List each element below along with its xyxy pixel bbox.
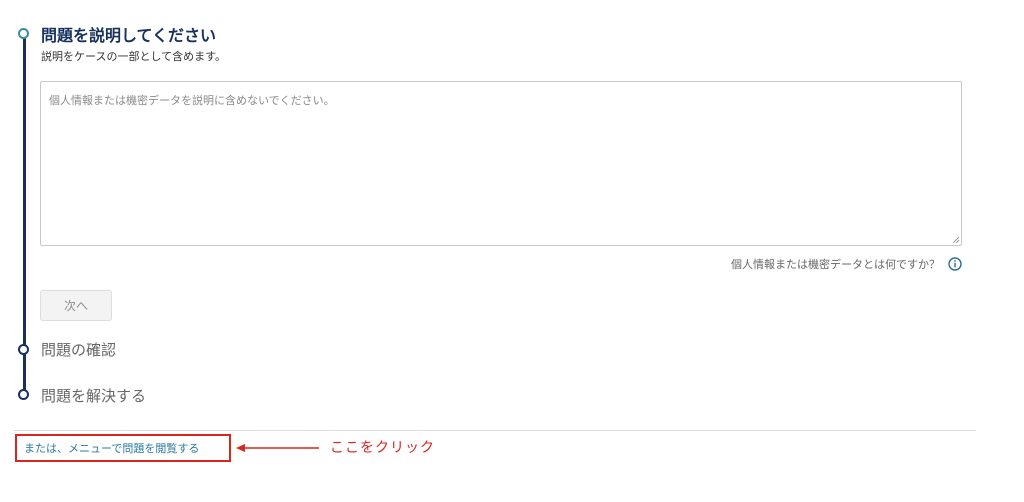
pii-help-row: 個人情報または機密データとは何ですか？ (731, 256, 962, 272)
highlight-box: または、メニューで問題を閲覧する (15, 434, 231, 462)
step-1-marker (18, 28, 29, 39)
step-3-title: 問題を解決する (41, 387, 147, 405)
step-1-title: 問題を説明してください (41, 26, 217, 45)
step-2-title: 問題の確認 (41, 341, 117, 359)
step-3-marker (18, 389, 29, 400)
pii-help-text: 個人情報または機密データとは何ですか？ (731, 258, 940, 271)
browse-problems-link[interactable]: または、メニューで問題を閲覧する (24, 440, 199, 456)
step-2-marker (18, 344, 29, 355)
step-1-subtitle: 説明をケースの一部として含めます。 (41, 50, 227, 63)
stepper-rail (23, 36, 26, 395)
info-circle-icon[interactable] (948, 257, 962, 271)
problem-description-field[interactable] (40, 81, 962, 246)
left-arrow-icon (236, 444, 319, 452)
next-button[interactable]: 次へ (40, 290, 112, 321)
click-here-annotation: ここをクリック (330, 440, 435, 456)
divider (14, 430, 976, 431)
